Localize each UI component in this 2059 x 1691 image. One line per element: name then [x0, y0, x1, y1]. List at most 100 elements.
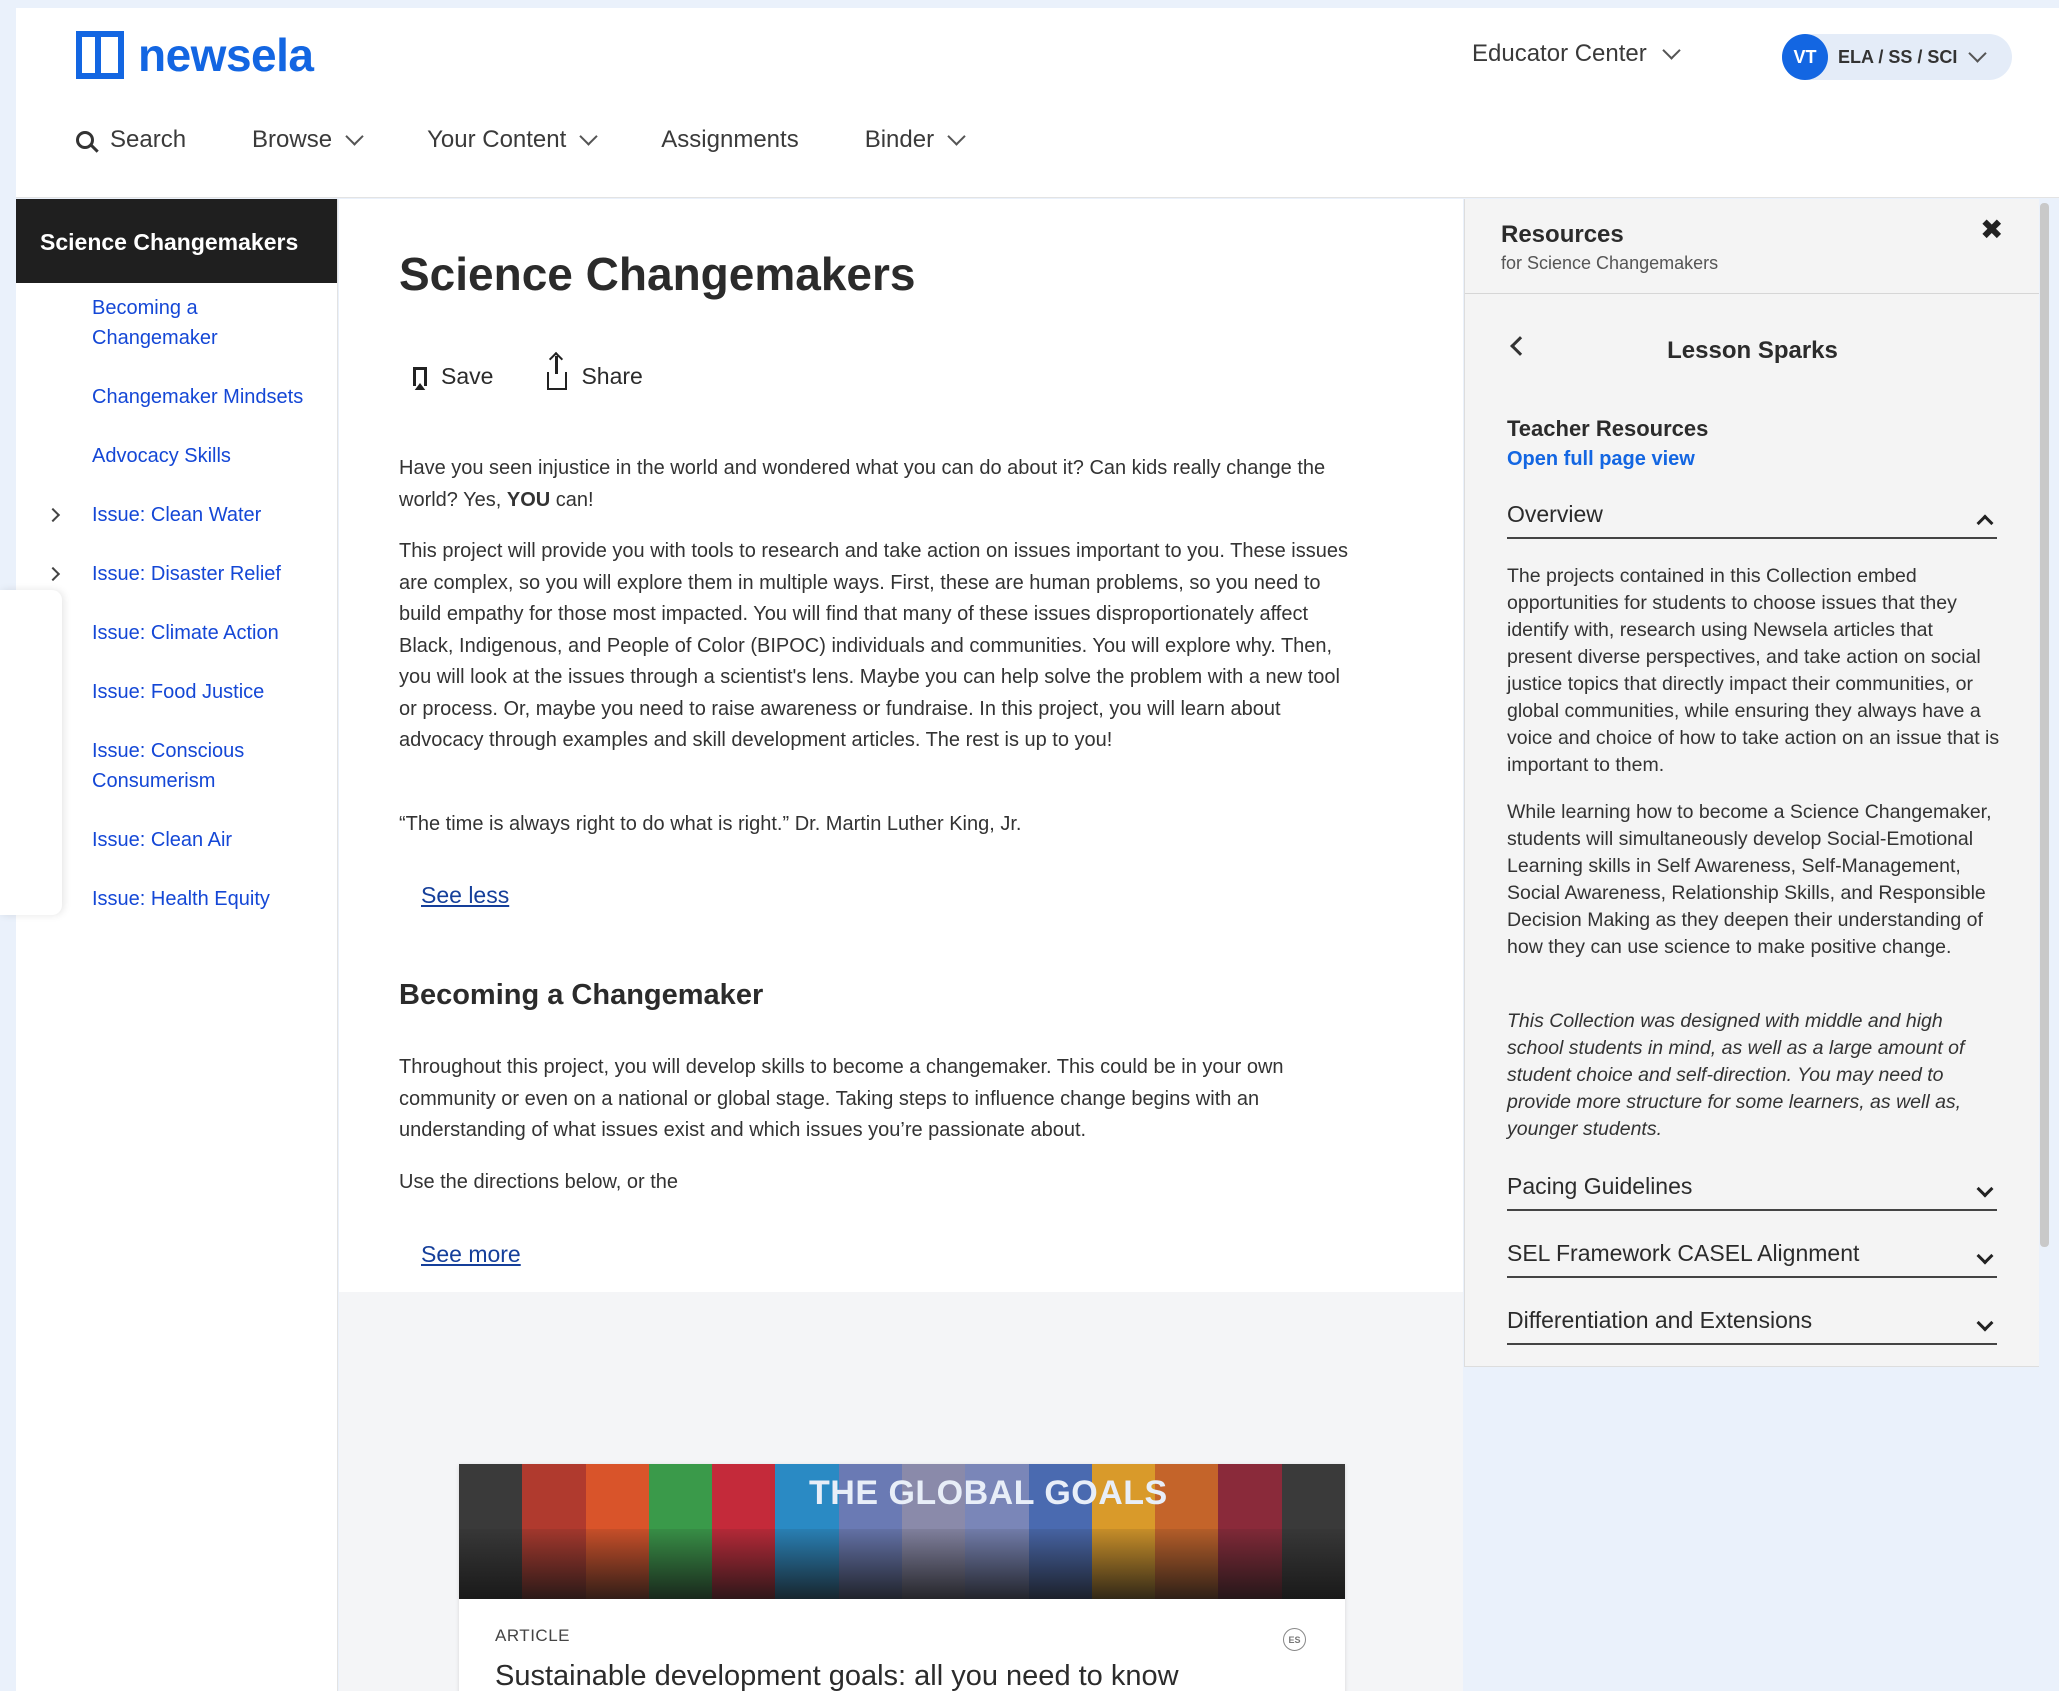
differentiation-accordion[interactable]: Differentiation and Extensions — [1507, 1295, 1997, 1345]
nav-your-content-label: Your Content — [427, 126, 567, 153]
sel-framework-accordion[interactable]: SEL Framework CASEL Alignment — [1507, 1228, 1997, 1278]
panel-title: Resources — [1501, 221, 1624, 248]
sidebar-item-label: Issue: Clean Air — [92, 829, 233, 851]
section-paragraph-1: Throughout this project, you will develo… — [399, 1056, 1284, 1141]
side-overlay-tab — [0, 590, 62, 915]
share-label: Share — [581, 363, 643, 389]
sidebar-item-changemaker-mindsets[interactable]: Changemaker Mindsets — [16, 382, 337, 412]
action-bar: Save Share — [413, 355, 643, 390]
see-less-link[interactable]: See less — [421, 882, 509, 909]
chevron-down-icon — [1976, 1247, 1994, 1265]
search-icon — [76, 131, 94, 149]
overview-paragraph-3: This Collection was designed with middle… — [1507, 1010, 1965, 1140]
panel-header: Resources for Science Changemakers ✖ — [1465, 199, 2039, 294]
chevron-down-icon — [1662, 41, 1681, 60]
sidebar-item-label: Issue: Food Justice — [92, 681, 265, 703]
articles-area: THE GLOBAL GOALS ARTICLE ES Sustainable … — [339, 1292, 1463, 1691]
save-button[interactable]: Save — [413, 363, 493, 390]
quote: “The time is always right to do what is … — [399, 813, 1022, 835]
share-button[interactable]: Share — [547, 355, 643, 390]
sidebar-item-food-justice[interactable]: Issue: Food Justice — [16, 677, 337, 707]
sidebar-item-clean-water[interactable]: Issue: Clean Water — [16, 500, 337, 530]
overview-paragraph-1: The projects contained in this Collectio… — [1507, 565, 2000, 776]
sidebar-item-conscious-consumerism[interactable]: Issue: Conscious Consumerism — [16, 736, 337, 796]
intro-emphasis: YOU — [506, 488, 551, 511]
spanish-badge-icon: ES — [1283, 1628, 1306, 1651]
nav-binder-label: Binder — [864, 126, 935, 153]
chevron-up-icon — [1976, 514, 1994, 532]
resources-panel: Resources for Science Changemakers ✖ Les… — [1464, 199, 2039, 1367]
chevron-down-icon — [345, 127, 364, 146]
article-title[interactable]: Sustainable development goals: all you n… — [495, 1660, 1179, 1691]
open-full-page-link[interactable]: Open full page view — [1507, 448, 1695, 471]
sidebar-item-label: Issue: Conscious Consumerism — [92, 740, 245, 792]
logo-text: newsela — [138, 29, 314, 81]
article-card[interactable]: THE GLOBAL GOALS ARTICLE ES Sustainable … — [459, 1464, 1345, 1691]
panel-subtitle: for Science Changemakers — [1501, 253, 1719, 273]
main-nav: Search Browse Your Content Assignments B… — [76, 126, 1029, 154]
educator-center-dropdown[interactable]: Educator Center — [1472, 40, 1681, 68]
intro-paragraph-1: Have you seen injustice in the world and… — [399, 453, 1359, 516]
overview-accordion[interactable]: Overview — [1507, 489, 1997, 539]
nav-assignments-label: Assignments — [661, 126, 799, 153]
page-title: Science Changemakers — [399, 248, 916, 300]
user-subjects: ELA / SS / SCI — [1838, 46, 1958, 67]
teacher-resources-title: Teacher Resources — [1507, 416, 1709, 441]
chevron-right-icon[interactable] — [45, 507, 61, 523]
section-title: Becoming a Changemaker — [399, 979, 764, 1011]
nav-assignments[interactable]: Assignments — [661, 126, 798, 154]
top-header: newsela Educator Center VT ELA / SS / SC… — [16, 8, 2059, 198]
nav-search-label: Search — [110, 126, 187, 153]
nav-browse[interactable]: Browse — [252, 126, 364, 154]
sidebar-item-label: Issue: Health Equity — [92, 888, 270, 910]
avatar: VT — [1782, 34, 1828, 80]
chevron-down-icon — [947, 127, 966, 146]
share-icon — [547, 355, 568, 390]
save-label: Save — [441, 363, 494, 389]
chevron-down-icon — [579, 127, 598, 146]
chevron-down-icon — [1968, 44, 1988, 63]
pacing-label: Pacing Guidelines — [1507, 1173, 1693, 1199]
nav-binder[interactable]: Binder — [864, 126, 966, 154]
intro-paragraph-2: This project will provide you with tools… — [399, 540, 1348, 751]
intro-text-end: can! — [550, 488, 594, 511]
newsela-logo[interactable]: newsela — [76, 28, 314, 82]
sidebar-item-label: Issue: Disaster Relief — [92, 563, 281, 585]
pacing-guidelines-accordion[interactable]: Pacing Guidelines — [1507, 1161, 1997, 1211]
nav-browse-label: Browse — [252, 126, 333, 153]
sidebar-item-clean-air[interactable]: Issue: Clean Air — [16, 825, 337, 855]
user-menu[interactable]: VT ELA / SS / SCI — [1782, 34, 2012, 80]
nav-your-content[interactable]: Your Content — [427, 126, 598, 154]
chevron-down-icon — [1976, 1314, 1994, 1332]
overview-label: Overview — [1507, 501, 1603, 527]
lesson-sparks-title: Lesson Sparks — [1667, 337, 1838, 364]
sidebar-item-disaster-relief[interactable]: Issue: Disaster Relief — [16, 559, 337, 589]
chevron-right-icon[interactable] — [45, 566, 61, 582]
diff-label: Differentiation and Extensions — [1507, 1307, 1813, 1333]
sel-label: SEL Framework CASEL Alignment — [1507, 1240, 1860, 1266]
crowd-photo — [459, 1529, 1345, 1599]
close-icon[interactable]: ✖ — [1980, 213, 2003, 246]
chevron-down-icon — [1976, 1180, 1994, 1198]
panel-scrollbar[interactable] — [2040, 203, 2049, 1247]
overview-paragraph-2: While learning how to become a Science C… — [1507, 801, 1992, 958]
sidebar-item-advocacy-skills[interactable]: Advocacy Skills — [16, 441, 337, 471]
article-type: ARTICLE — [495, 1626, 570, 1645]
bookmark-icon — [413, 367, 427, 386]
sidebar-title[interactable]: Science Changemakers — [16, 199, 337, 283]
sidebar-item-label: Issue: Clean Water — [92, 504, 262, 526]
see-more-link[interactable]: See more — [421, 1241, 521, 1268]
sidebar-item-label: Issue: Climate Action — [92, 622, 279, 644]
sidebar-list: Becoming a Changemaker Changemaker Minds… — [16, 283, 337, 914]
sidebar-item-health-equity[interactable]: Issue: Health Equity — [16, 884, 337, 914]
educator-center-label: Educator Center — [1472, 40, 1647, 67]
section-paragraph-2: Use the directions below, or the — [399, 1171, 679, 1193]
article-image: THE GLOBAL GOALS — [459, 1464, 1345, 1599]
sidebar-item-becoming-a-changemaker[interactable]: Becoming a Changemaker — [16, 293, 337, 353]
collection-sidebar: Science Changemakers Becoming a Changema… — [16, 199, 338, 1691]
sidebar-item-climate-action[interactable]: Issue: Climate Action — [16, 618, 337, 648]
newsela-logo-icon — [76, 31, 124, 79]
article-image-title: THE GLOBAL GOALS — [809, 1474, 1168, 1512]
main-content: Science Changemakers Save Share Have you… — [339, 199, 1463, 1691]
nav-search[interactable]: Search — [76, 126, 186, 154]
